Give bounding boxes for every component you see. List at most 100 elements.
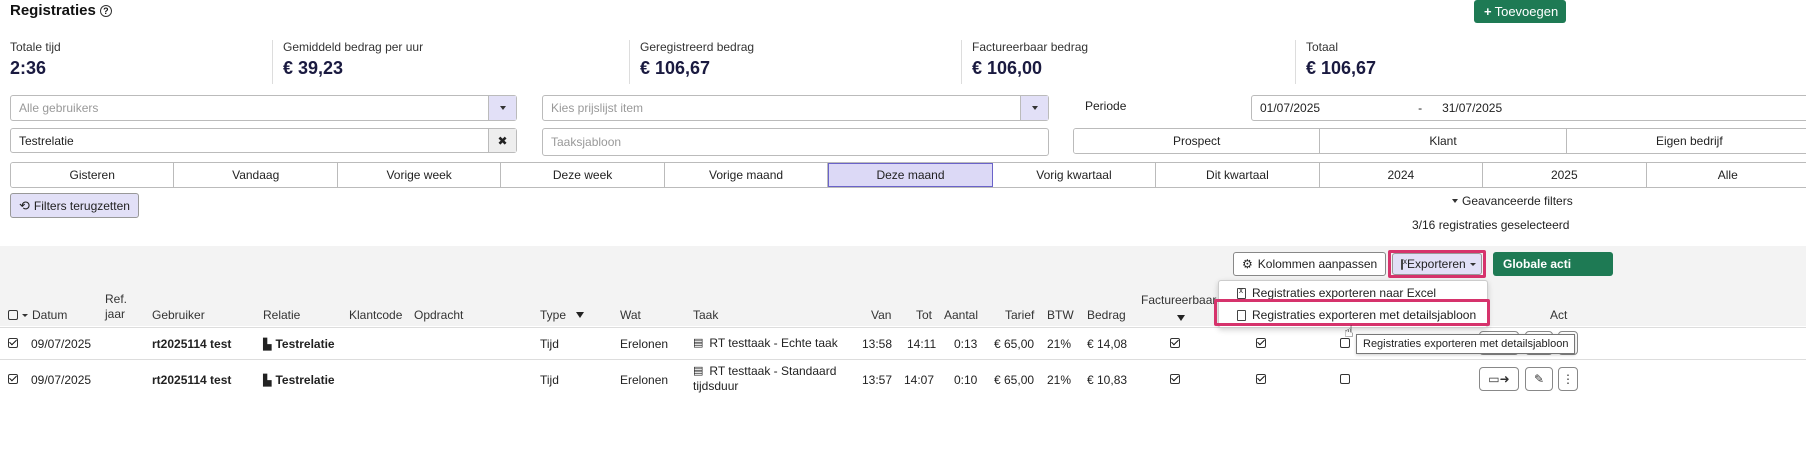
cell-taak: ▤ RT testtaak - Echte taak: [693, 336, 838, 350]
advanced-filters-label: Geavanceerde filters: [1462, 194, 1573, 208]
pricelist-select-placeholder: Kies prijslijst item: [551, 101, 644, 115]
caret-down-icon: [499, 106, 506, 110]
cell-check-2[interactable]: [1256, 337, 1266, 351]
header-ref-jaar[interactable]: Ref. jaar: [105, 292, 127, 322]
invoice-action-button[interactable]: ▭➜: [1479, 367, 1519, 391]
clear-relation-button[interactable]: ✖: [488, 129, 516, 152]
stat-value: € 39,23: [283, 58, 344, 78]
period-vandaag[interactable]: Vandaag: [174, 163, 338, 187]
select-all-header: Datum: [8, 308, 67, 322]
export-tooltip: Registraties exporteren met detailsjablo…: [1356, 334, 1576, 354]
header-relatie[interactable]: Relatie: [263, 308, 300, 322]
checkbox[interactable]: [1170, 338, 1180, 348]
stat-total-time: Totale tijd 2:36: [0, 40, 270, 84]
date-from[interactable]: 01/07/2025: [1260, 101, 1320, 115]
header-btw[interactable]: BTW: [1047, 308, 1074, 322]
header-van[interactable]: Van: [871, 308, 891, 322]
period-vorige-week[interactable]: Vorige week: [337, 163, 502, 187]
help-icon[interactable]: ?: [99, 4, 112, 17]
header-wat[interactable]: Wat: [620, 308, 641, 322]
cell-type: Tijd: [540, 337, 559, 351]
header-aantal[interactable]: Aantal: [944, 308, 978, 322]
period-deze-week[interactable]: Deze week: [501, 163, 665, 187]
checkbox[interactable]: [1256, 338, 1266, 348]
period-vorig-kwartaal[interactable]: Vorig kwartaal: [992, 163, 1157, 187]
cell-factureerbaar[interactable]: [1170, 373, 1180, 387]
cell-check-3[interactable]: [1340, 373, 1350, 387]
period-alle[interactable]: Alle: [1646, 163, 1806, 187]
plus-icon: +: [1484, 4, 1492, 19]
cell-tarief: € 65,00: [994, 373, 1035, 387]
header-klantcode[interactable]: Klantcode: [349, 308, 402, 322]
header-type[interactable]: Type: [540, 308, 585, 322]
table-row[interactable]: 09/07/2025 rt2025114 test ▙ Testrelatie …: [0, 359, 1806, 399]
edit-button[interactable]: ✎: [1525, 367, 1553, 391]
header-taak[interactable]: Taak: [693, 308, 718, 322]
relation-type-prospect[interactable]: Prospect: [1074, 129, 1321, 153]
header-tot[interactable]: Tot: [916, 308, 932, 322]
period-deze-maand[interactable]: Deze maand: [828, 163, 993, 187]
cell-relatie[interactable]: ▙ Testrelatie: [263, 373, 335, 387]
customize-columns-button[interactable]: ⚙ Kolommen aanpassen: [1233, 252, 1387, 276]
filter-icon[interactable]: [576, 312, 585, 318]
global-actions-button[interactable]: Globale acti: [1493, 252, 1613, 276]
cell-bedrag: € 14,08: [1087, 337, 1128, 351]
checkbox[interactable]: [1340, 374, 1350, 384]
row-checkbox[interactable]: [8, 337, 18, 351]
excel-file-icon: [1237, 286, 1246, 299]
pricelist-select[interactable]: Kies prijslijst item: [542, 95, 1049, 121]
header-gebruiker[interactable]: Gebruiker: [152, 308, 205, 322]
cell-taak-label: RT testtaak - Standaard: [709, 364, 837, 378]
cell-check-2[interactable]: [1256, 373, 1266, 387]
checkbox[interactable]: [1256, 374, 1266, 384]
relation-type-selector: Prospect Klant Eigen bedrijf: [1073, 128, 1806, 154]
period-2025[interactable]: 2025: [1483, 163, 1647, 187]
period-dit-kwartaal[interactable]: Dit kwartaal: [1156, 163, 1320, 187]
users-select[interactable]: Alle gebruikers: [10, 95, 517, 121]
relation-type-eigen-bedrijf[interactable]: Eigen bedrijf: [1566, 129, 1806, 153]
users-dropdown-button[interactable]: [488, 96, 516, 120]
select-all-checkbox[interactable]: [8, 310, 18, 320]
period-date-range[interactable]: 01/07/2025 - 31/07/2025: [1251, 95, 1806, 121]
cell-tot: 14:11: [907, 337, 937, 351]
stat-billable-amount: Factureerbaar bedrag € 106,00: [961, 40, 1293, 84]
more-button[interactable]: ⋮: [1558, 367, 1578, 391]
date-to[interactable]: 31/07/2025: [1442, 101, 1502, 115]
add-button[interactable]: + Toevoegen: [1474, 0, 1566, 23]
cell-gebruiker: rt2025114 test: [152, 373, 232, 387]
checkbox[interactable]: [8, 374, 18, 384]
reset-filters-button[interactable]: ⟲ Filters terugzetten: [10, 193, 139, 218]
relation-select[interactable]: Testrelatie ✖: [10, 128, 517, 153]
date-separator: -: [1418, 101, 1423, 115]
stat-label: Gemiddeld bedrag per uur: [283, 40, 424, 54]
cell-factureerbaar[interactable]: [1170, 337, 1180, 351]
row-checkbox[interactable]: [8, 373, 18, 387]
period-gisteren[interactable]: Gisteren: [11, 163, 175, 187]
cell-taak-label-2: tijdsduur: [693, 379, 739, 393]
header-opdracht[interactable]: Opdracht: [414, 308, 463, 322]
period-2024[interactable]: 2024: [1319, 163, 1484, 187]
pricelist-dropdown-button[interactable]: [1020, 96, 1048, 120]
reset-filters-label: Filters terugzetten: [33, 198, 130, 213]
cell-van: 13:57: [862, 373, 893, 387]
undo-icon: ⟲: [19, 197, 30, 213]
header-bedrag[interactable]: Bedrag: [1087, 308, 1126, 322]
cell-aantal: 0:13: [954, 337, 978, 351]
export-button[interactable]: Exporteren: [1392, 253, 1482, 275]
cell-relatie[interactable]: ▙ Testrelatie: [263, 337, 335, 351]
header-factureerbaar[interactable]: Factureerbaar: [1141, 293, 1216, 307]
checkbox[interactable]: [8, 338, 18, 348]
add-button-label: Toevoegen: [1494, 4, 1559, 19]
checkbox[interactable]: [1170, 374, 1180, 384]
caret-down-icon: [1031, 106, 1038, 110]
header-tarief[interactable]: Tarief: [1005, 308, 1034, 322]
stat-value: € 106,67: [1306, 58, 1377, 78]
period-label: Periode: [1085, 99, 1127, 113]
advanced-filters-toggle[interactable]: Geavanceerde filters: [1452, 194, 1573, 208]
caret-down-icon: [1469, 262, 1476, 266]
task-template-input[interactable]: Taaksjabloon: [542, 128, 1049, 156]
relation-type-klant[interactable]: Klant: [1320, 129, 1567, 153]
header-datum[interactable]: Datum: [32, 308, 67, 322]
factureerbaar-filter[interactable]: [1177, 310, 1185, 324]
period-vorige-maand[interactable]: Vorige maand: [664, 163, 829, 187]
